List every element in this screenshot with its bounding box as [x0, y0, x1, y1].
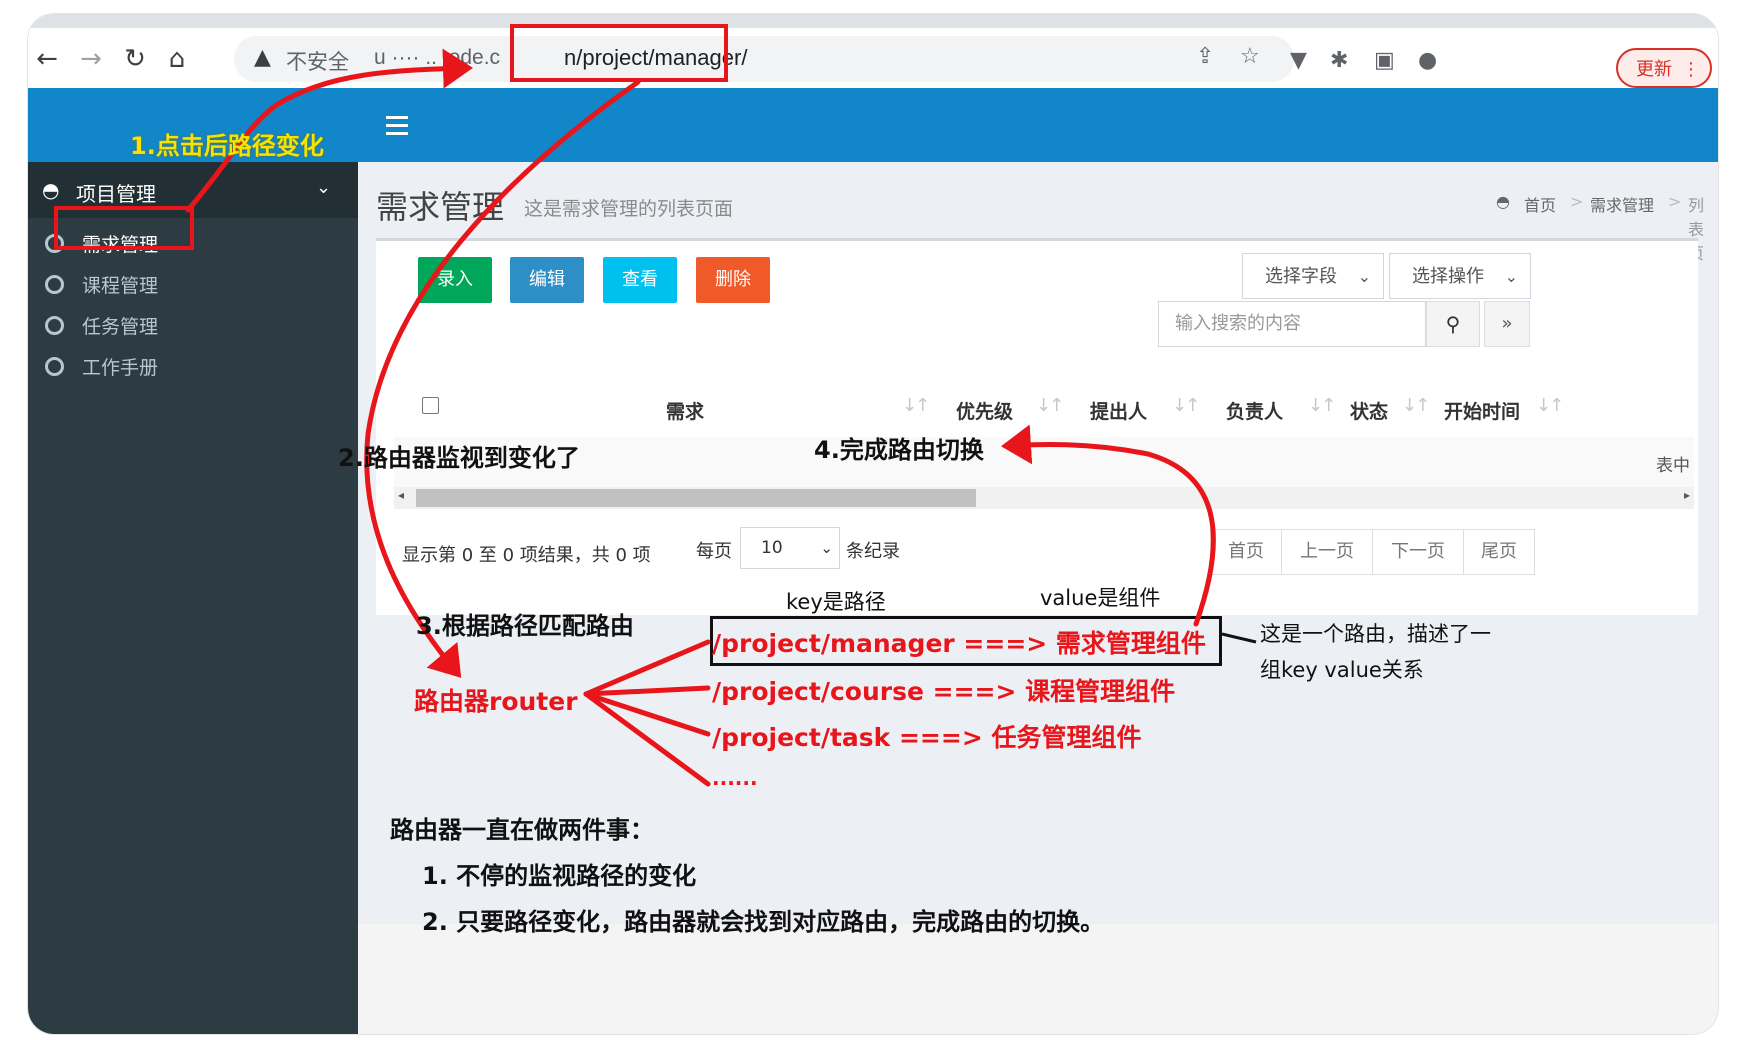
route-course: /project/course ===> 课程管理组件 — [712, 677, 1176, 706]
annotation-router: 路由器router — [414, 687, 578, 716]
annotation-key-label: key是路径 — [786, 590, 886, 614]
summary-item-1: 1. 不停的监视路径的变化 — [422, 862, 697, 890]
annotation-step1: 1.点击后路径变化 — [130, 132, 324, 160]
annotation-value-label: value是组件 — [1040, 586, 1161, 610]
router-line-1 — [583, 639, 711, 697]
route-task: /project/task ===> 任务管理组件 — [712, 723, 1142, 752]
route-more: ...... — [712, 766, 758, 790]
summary-item-2: 2. 只要路径变化，路由器就会找到对应路由，完成路由的切换。 — [422, 908, 1105, 936]
route-note-line1: 这是一个路由，描述了一 — [1260, 622, 1491, 646]
annotation-step4: 4.完成路由切换 — [814, 436, 984, 464]
annotation-arrows — [185, 48, 1257, 787]
annotation-step2: 2.路由器监视到变化了 — [338, 444, 580, 472]
router-line-4 — [583, 691, 711, 787]
screenshot-frame: ← → ↻ ⌂ ▲ 不安全 u ···· .. .ode.c n/project… — [28, 14, 1718, 1034]
route-note-line2: 组key value关系 — [1260, 658, 1424, 682]
arrow-url-to-router — [364, 79, 641, 678]
summary-title: 路由器一直在做两件事： — [390, 816, 654, 844]
route-manager: /project/manager ===> 需求管理组件 — [712, 629, 1206, 658]
annotation-step3: 3.根据路径匹配路由 — [416, 612, 634, 640]
router-line-3 — [583, 691, 711, 737]
route-note-pointer — [1221, 632, 1257, 644]
